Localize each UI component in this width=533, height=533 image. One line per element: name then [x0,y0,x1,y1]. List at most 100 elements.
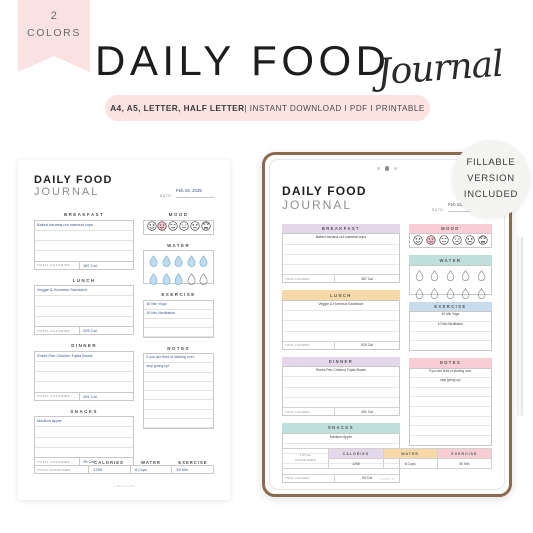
tablet-water-drop-icon[interactable] [477,268,486,286]
mood-box[interactable] [143,218,214,236]
dinner-entry[interactable]: Sheet-Pan Chicken Fajita Bowls [35,352,134,362]
breakfast-total-value[interactable]: 387 Cal [80,262,133,269]
tablet-lunch-box[interactable]: Veggie & Hummus Sandwich TOTAL CALORIES … [282,299,400,350]
printable-page-preview[interactable]: DAILY FOOD JOURNAL DATE: Feb 15, 2025 BR… [18,160,230,500]
exercise-line-3[interactable] [144,319,213,328]
mood-sick-face-icon[interactable] [200,218,211,236]
water-drop-icon[interactable] [174,272,183,290]
lunch-line-2[interactable] [35,296,134,307]
tablet-water-box[interactable] [408,264,492,299]
tablet-water-drop-icon[interactable] [446,268,455,286]
tablet-breakfast-total-value[interactable]: 387 Cal [335,275,399,282]
mood-smile-face-icon[interactable] [157,218,168,236]
snacks-line-4[interactable] [35,448,133,457]
dinner-line-4[interactable] [35,382,133,391]
dinner-line-3[interactable] [35,372,134,383]
tablet-water-drop-icon[interactable] [477,286,486,304]
tablet-exercise-line-1[interactable]: 40 Min Yoga [409,312,491,322]
tablet-exercise-line-2[interactable]: 10 Min Meditation [409,322,491,332]
tablet-mood-neutral-face-icon[interactable] [439,232,449,250]
exercise-line-2[interactable]: 10 Min Meditation [144,310,213,319]
tablet-notes-line-7[interactable] [409,426,491,436]
summary-value-exercise[interactable]: 50 Min [171,466,213,473]
tablet-lunch-line-4[interactable] [283,332,399,341]
mood-happy-face-icon[interactable] [147,218,157,236]
water-drop-icon[interactable] [199,254,208,272]
tablet-summary-value-calories[interactable]: 1258 [329,458,383,468]
breakfast-line-3[interactable] [35,241,134,252]
lunch-line-3[interactable] [35,307,134,317]
tablet-notes-line-3[interactable] [409,388,491,398]
exercise-line-4[interactable] [144,328,213,337]
tablet-mood-flat-face-icon[interactable] [452,232,462,250]
water-drop-icon[interactable] [149,254,158,272]
notes-line-5[interactable] [144,391,213,401]
paper-date-field[interactable]: DATE: Feb 15, 2025 [160,179,214,198]
tablet-notes-line-1[interactable]: If you are tired of starting over, [409,369,491,379]
water-drop-icon[interactable] [149,272,158,290]
tablet-dinner-line-4[interactable] [283,398,399,407]
tablet-notes-box[interactable]: If you are tired of starting over, stop … [408,367,492,446]
tablet-dinner-box[interactable]: Sheet-Pan Chicken Fajita Bowls TOTAL CAL… [282,366,400,417]
mood-flat-face-icon[interactable] [179,218,189,236]
tablet-mood-smile-face-icon[interactable] [426,232,436,250]
tablet-mood-sad-face-icon[interactable] [465,232,475,250]
tablet-exercise-line-4[interactable] [410,341,491,350]
lunch-entry[interactable]: Veggie & Hummus Sandwich [35,286,134,297]
dinner-total-value[interactable]: 451 Cal [80,393,133,400]
notes-line-4[interactable] [144,382,213,391]
tablet-notes-line-5[interactable] [409,407,491,417]
breakfast-entry[interactable]: Baked banana-nut oatmeal cups [35,221,134,231]
snacks-line-3[interactable] [35,438,134,448]
water-drop-empty-icon[interactable] [199,272,208,290]
dinner-line-2[interactable] [35,362,134,372]
tablet-water-drop-icon[interactable] [461,286,470,304]
breakfast-line-2[interactable] [35,231,134,241]
water-drop-icon[interactable] [174,254,183,272]
lunch-box[interactable]: Veggie & Hummus Sandwich TOTAL CALORIES … [34,285,135,335]
snacks-box[interactable]: Medium Apple TOTAL CALORIES 95 Cal [34,416,135,466]
tablet-breakfast-line-2[interactable] [283,245,399,255]
tablet-mood-sick-face-icon[interactable] [477,232,488,250]
notes-line-1[interactable]: If you are tired of starting over, [144,354,213,364]
tablet-dinner-entry[interactable]: Sheet-Pan Chicken Fajita Bowls [283,367,399,378]
tablet-water-drop-icon[interactable] [430,268,439,286]
notes-line-3[interactable] [144,373,213,382]
tablet-water-drop-icon[interactable] [430,286,439,304]
tablet-water-drop-icon[interactable] [461,268,470,286]
water-box[interactable] [143,250,214,285]
tablet-water-drop-icon[interactable] [415,268,424,286]
tablet-notes-line-4[interactable] [409,397,491,407]
mood-neutral-face-icon[interactable] [168,218,178,236]
summary-value-calories[interactable]: 1258 [88,466,130,473]
tablet-snacks-entry[interactable]: Medium Apple [283,434,399,444]
water-drop-icon[interactable] [162,254,171,272]
tablet-breakfast-entry[interactable]: Baked banana-nut oatmeal cups [283,234,399,245]
snacks-line-2[interactable] [35,427,134,438]
lunch-line-4[interactable] [35,317,133,326]
page-dot-3[interactable] [394,166,398,170]
water-drop-empty-icon[interactable] [187,272,196,290]
summary-value-water[interactable]: 8 Cups [129,466,172,473]
tablet-exercise-box[interactable]: 40 Min Yoga 10 Min Meditation [408,311,492,352]
tablet-breakfast-line-3[interactable] [283,255,399,266]
notes-line-8[interactable] [144,419,213,428]
tablet-exercise-line-3[interactable] [409,332,491,342]
tablet-lunch-entry[interactable]: Veggie & Hummus Sandwich [283,301,399,311]
breakfast-line-4[interactable] [35,251,133,260]
lunch-total-value[interactable]: 525 Cal [80,327,133,334]
tablet-notes-line-2[interactable]: stop giving up! [409,378,491,388]
exercise-line-1[interactable]: 40 Min Yoga [144,301,213,310]
tablet-notes-line-6[interactable] [409,417,491,427]
breakfast-box[interactable]: Baked banana-nut oatmeal cups TOTAL CALO… [34,219,135,270]
tablet-summary-value-exercise[interactable]: 50 Min [437,458,492,468]
exercise-box[interactable]: 40 Min Yoga 10 Min Meditation [143,299,214,338]
tablet-water-drop-icon[interactable] [446,286,455,304]
tablet-dinner-line-2[interactable] [283,377,399,388]
tablet-breakfast-box[interactable]: Baked banana-nut oatmeal cups TOTAL CALO… [282,233,400,284]
tablet-mood-happy-face-icon[interactable] [413,232,423,250]
notes-box[interactable]: If you are tired of starting over, stop … [143,353,214,429]
page-dot-1[interactable] [376,166,380,170]
notes-line-7[interactable] [144,410,213,419]
tablet-lunch-line-2[interactable] [283,311,399,322]
